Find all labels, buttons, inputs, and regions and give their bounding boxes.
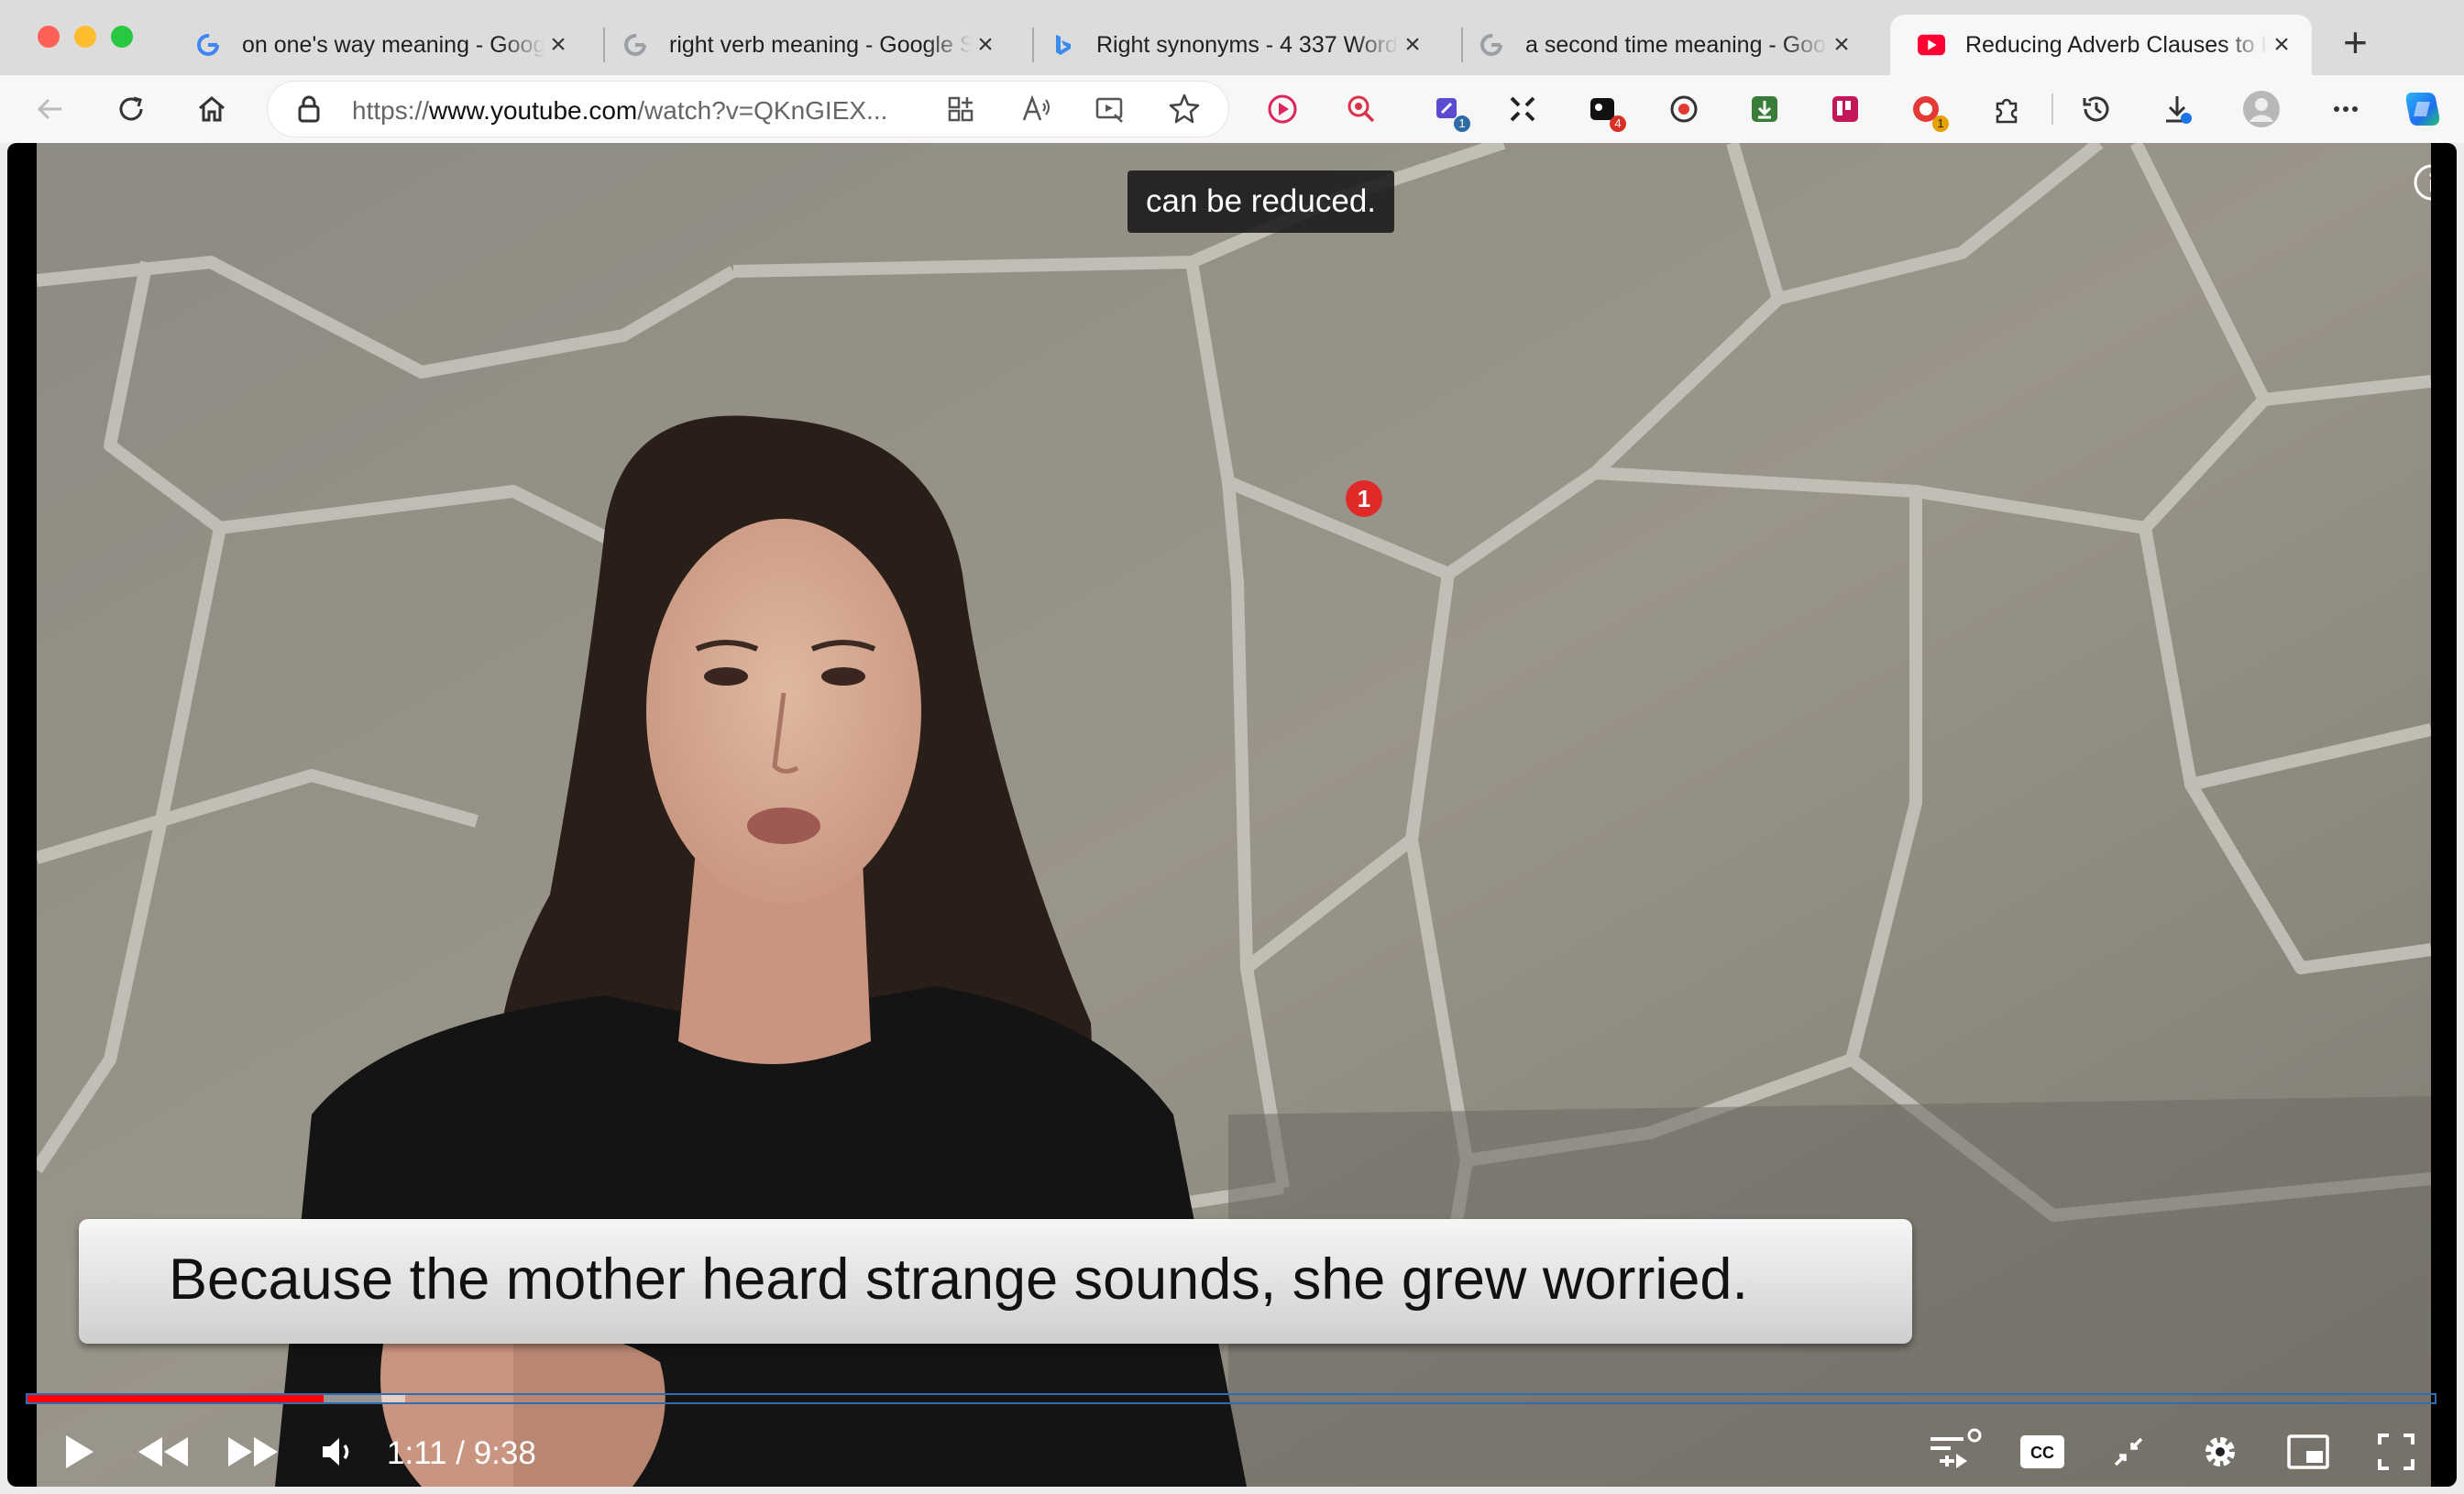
lower-third-text: Because the mother heard strange sounds,… (169, 1247, 1748, 1312)
back-arrow-icon[interactable] (29, 88, 72, 130)
google-icon (622, 31, 649, 59)
tab-title: a second time meaning - Google Search (1525, 31, 1828, 58)
minimize-window-button[interactable] (74, 26, 96, 48)
profile-avatar-icon[interactable] (2240, 88, 2282, 130)
tab-strip: on one's way meaning - Google Search × r… (0, 0, 2464, 82)
player-controls: 1:11 / 9:38 CC (7, 1413, 2457, 1487)
play-icon[interactable] (53, 1426, 104, 1478)
fast-forward-icon[interactable] (222, 1426, 286, 1478)
cursor-extension-icon[interactable] (1502, 88, 1544, 130)
video-frame[interactable]: can be reduced. 1 Because the mother hea… (37, 143, 2431, 1487)
downloads-icon[interactable] (2156, 88, 2198, 130)
copilot-icon[interactable] (2402, 88, 2444, 130)
home-icon[interactable] (191, 88, 233, 130)
tab-on-ones-way[interactable]: on one's way meaning - Google Search × (167, 15, 588, 75)
tab-title: right verb meaning - Google Search (669, 31, 972, 58)
exit-miniplayer-icon[interactable] (2103, 1426, 2154, 1478)
immersive-reader-icon[interactable] (1094, 94, 1126, 128)
address-bar[interactable]: https://www.youtube.com/watch?v=QKnGIEX.… (268, 82, 1228, 137)
history-icon[interactable] (2075, 88, 2118, 130)
tab-second-time[interactable]: a second time meaning - Google Search × (1450, 15, 1872, 75)
more-options-icon[interactable] (2325, 88, 2367, 130)
closed-caption-text: can be reduced. (1128, 170, 1395, 233)
board-extension-icon[interactable] (1824, 88, 1866, 130)
close-icon[interactable]: × (544, 29, 572, 60)
played-bar (28, 1395, 324, 1402)
close-icon[interactable]: × (1399, 29, 1426, 60)
miniplayer-icon[interactable] (2282, 1426, 2334, 1478)
video-extension-icon[interactable] (1261, 88, 1304, 130)
bing-icon (1049, 31, 1076, 59)
extensions-puzzle-icon[interactable] (1986, 88, 2028, 130)
tab-title: on one's way meaning - Google Search (242, 31, 544, 58)
color-extension-icon[interactable]: 1 (1905, 88, 1949, 132)
favorite-star-icon[interactable] (1168, 93, 1201, 130)
search-extension-icon[interactable] (1340, 88, 1382, 130)
read-aloud-icon[interactable] (1021, 94, 1052, 128)
autoplay-settings-icon[interactable] (1923, 1426, 1987, 1478)
svg-text:CC: CC (2030, 1444, 2054, 1462)
reload-icon[interactable] (110, 88, 152, 130)
video-lower-third: Because the mother heard strange sounds,… (79, 1219, 1912, 1344)
info-icon[interactable] (2413, 163, 2431, 206)
video-player[interactable]: can be reduced. 1 Because the mother hea… (7, 143, 2457, 1487)
youtube-icon (1918, 31, 1945, 59)
close-window-button[interactable] (38, 26, 60, 48)
app-available-icon[interactable] (946, 94, 975, 128)
close-icon[interactable]: × (2268, 29, 2295, 60)
tab-title: Reducing Adverb Clauses to Phrases (1965, 31, 2268, 58)
dark-extension-icon[interactable]: 4 (1582, 88, 1626, 132)
lock-icon[interactable] (295, 94, 323, 128)
new-tab-button[interactable]: + (2343, 21, 2368, 63)
tab-reducing-adverb-clauses[interactable]: Reducing Adverb Clauses to Phrases × (1890, 15, 2312, 75)
volume-icon[interactable] (314, 1426, 365, 1478)
extension-badge: 1 (1454, 115, 1470, 132)
time-display: 1:11 / 9:38 (387, 1435, 536, 1471)
extension-badge: 1 (1932, 115, 1949, 132)
settings-gear-icon[interactable] (2194, 1426, 2246, 1478)
progress-bar[interactable] (26, 1393, 2436, 1404)
record-extension-icon[interactable] (1663, 88, 1705, 130)
notification-badge: 1 (1346, 480, 1382, 517)
fullscreen-icon[interactable] (2370, 1426, 2422, 1478)
pen-extension-icon[interactable]: 1 (1426, 88, 1470, 132)
zoom-window-button[interactable] (111, 26, 133, 48)
rewind-icon[interactable] (130, 1426, 194, 1478)
download-extension-icon[interactable] (1744, 88, 1786, 130)
close-icon[interactable]: × (1828, 29, 1855, 60)
tab-title: Right synonyms - 4 337 Words (1096, 31, 1399, 58)
browser-toolbar: https://www.youtube.com/watch?v=QKnGIEX.… (0, 75, 2464, 143)
google-icon (1478, 31, 1505, 59)
close-icon[interactable]: × (972, 29, 999, 60)
google-icon (194, 31, 222, 59)
url-text[interactable]: https://www.youtube.com/watch?v=QKnGIEX.… (352, 96, 887, 126)
tab-right-synonyms[interactable]: Right synonyms - 4 337 Words × (1021, 15, 1443, 75)
toolbar-separator (2052, 93, 2053, 125)
tab-right-verb[interactable]: right verb meaning - Google Search × (594, 15, 1016, 75)
subtitles-icon[interactable]: CC (2015, 1426, 2070, 1478)
extension-badge: 4 (1610, 115, 1626, 132)
